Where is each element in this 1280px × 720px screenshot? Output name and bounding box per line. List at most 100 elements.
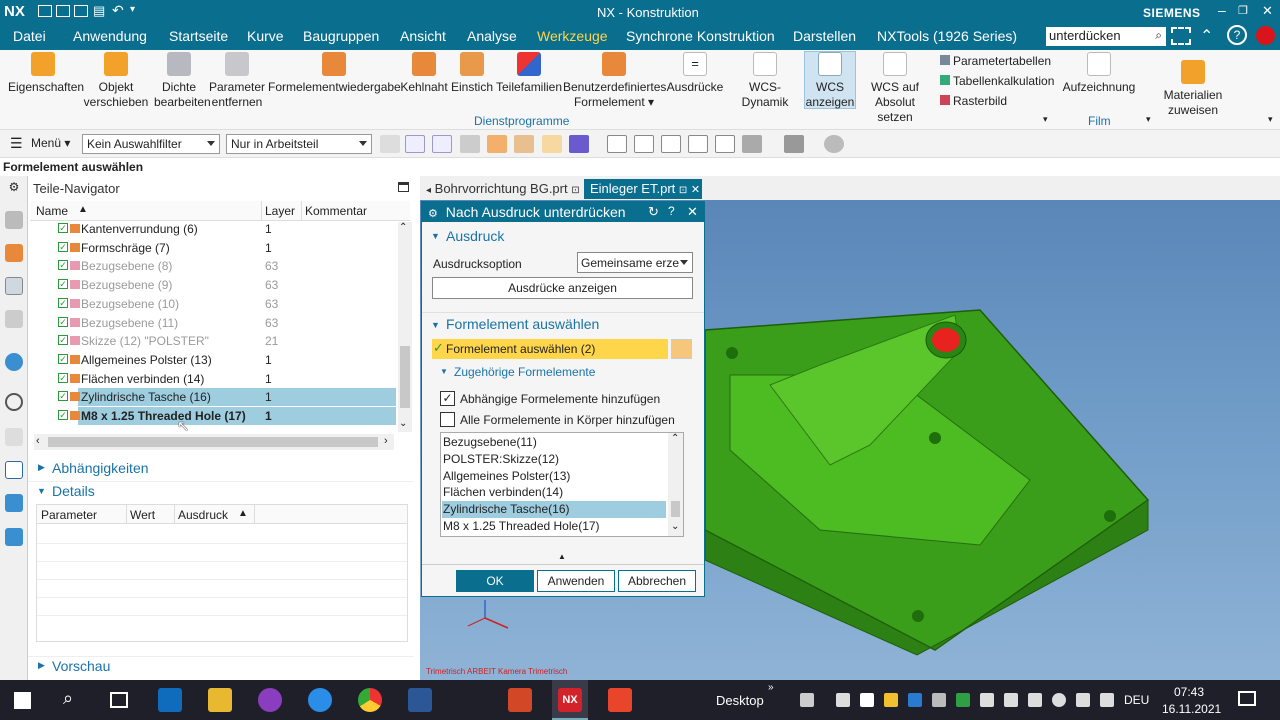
dialog-close-icon[interactable]: ✕ [687,204,698,220]
menu-button[interactable]: Menü ▾ [31,136,70,150]
column-parameter-header[interactable]: Parameter [41,508,97,522]
film-expand-icon[interactable]: ▾ [1146,114,1151,125]
tab-pin-icon[interactable]: ⊡ [679,185,687,196]
feature-list-item[interactable]: Allgemeines Polster(13) [442,468,666,485]
menu-werkzeuge[interactable]: Werkzeuge [537,28,608,44]
pdf-app-icon[interactable] [258,688,282,712]
tree-row[interactable]: ✓ Skizze (12) "POLSTER" 21 [30,332,422,350]
tree-row[interactable]: ✓ M8 x 1.25 Threaded Hole (17) 1 [30,407,422,425]
visibility-checkbox[interactable]: ✓ [58,223,68,233]
constraint-navigator-icon[interactable] [5,244,23,262]
tray-app-icon[interactable] [1052,693,1066,707]
section-formelement[interactable]: ▼ Formelement auswählen [422,312,704,334]
column-name-header[interactable]: Name [36,204,68,218]
process-studio-icon[interactable] [5,428,23,446]
feature-list[interactable]: Bezugsebene(11) POLSTER:Skizze(12) Allgeme… [440,432,684,537]
search-icon[interactable]: ⌕ [63,688,73,709]
section-vorschau[interactable]: ▶ Vorschau [28,656,414,676]
feature-list-item[interactable]: POLSTER:Skizze(12) [442,451,666,468]
component-icon[interactable] [569,135,589,153]
tray-app-icon[interactable] [1100,693,1114,707]
open-icon[interactable] [56,5,70,17]
feature-list-item[interactable]: M8 x 1.25 Threaded Hole(17) [442,518,666,535]
collapse-ribbon-icon[interactable]: ⌃ [1200,26,1213,46]
scroll-thumb[interactable] [400,346,410,408]
tab-close-icon[interactable]: ✕ [691,184,700,196]
outlook-icon[interactable] [158,688,182,712]
ribbon-udf-button[interactable]: Benutzerdefiniertes Formelement ▾ [563,52,666,110]
scroll-down-icon[interactable]: ⌄ [671,521,679,532]
windows-start-icon[interactable] [14,692,31,709]
tree-row[interactable]: ✓ Bezugsebene (8) 63 [30,257,422,275]
ribbon-parameter-entfernen-button[interactable]: Parameter entfernen [208,52,266,110]
ribbon-expand-icon[interactable]: ▾ [1268,114,1273,125]
restore-icon[interactable]: ❐ [1238,4,1248,17]
menu-nxtools[interactable]: NXTools (1926 Series) [877,28,1017,44]
fit-all-icon[interactable] [715,135,735,153]
sort-ascending-icon[interactable]: ▲ [238,508,248,519]
vertical-scrollbar[interactable]: ⌃ ⌄ [398,222,412,432]
tree-row[interactable]: ✓ Zylindrische Tasche (16) 1 [30,388,422,407]
section-abhaengigkeiten[interactable]: ▶ Abhängigkeiten [28,459,414,479]
feature-list-item[interactable]: Flächen verbinden(14) [442,484,666,501]
edge-icon[interactable] [308,688,332,712]
snap-point-icon[interactable] [405,135,425,153]
maximize-panel-icon[interactable] [398,182,409,192]
curve-rule-icon[interactable] [432,135,452,153]
render-style-icon[interactable] [824,135,844,153]
apply-button[interactable]: Anwenden [537,570,615,592]
visibility-checkbox[interactable]: ✓ [58,353,68,364]
ribbon-parametertabellen-button[interactable]: Parametertabellen [940,54,1051,68]
web-browser-icon[interactable] [5,353,23,371]
column-wert-header[interactable]: Wert [130,508,155,522]
part-navigator-icon[interactable] [5,277,23,295]
menu-datei[interactable]: Datei [13,28,46,44]
clock-date[interactable]: 16.11.2021 [1162,702,1221,716]
column-ausdruck-header[interactable]: Ausdruck [178,508,228,522]
fit-icon[interactable] [607,135,627,153]
ribbon-tabellenkalkulation-button[interactable]: Tabellenkalkulation [940,74,1054,88]
visibility-checkbox[interactable]: ✓ [58,391,68,402]
visibility-checkbox[interactable]: ✓ [58,410,68,420]
tray-app-icon[interactable] [860,693,874,707]
security-icon[interactable] [956,693,970,707]
group-expand-icon[interactable]: ▾ [1043,114,1048,125]
column-layer-header[interactable]: Layer [265,204,295,218]
help-icon[interactable]: ? [1227,25,1247,45]
ribbon-kehlnaht-button[interactable]: Kehlnaht [398,52,450,95]
command-search-input[interactable]: unterdücken ⌕ [1046,27,1166,46]
spreadsheet-icon[interactable] [5,461,23,479]
ribbon-materialien-button[interactable]: Materialien zuweisen [1160,60,1226,118]
scroll-right-icon[interactable]: › [384,435,388,447]
dialog-gear-icon[interactable]: ⚙ [428,208,438,220]
visibility-checkbox[interactable]: ✓ [58,297,68,308]
visibility-checkbox[interactable]: ✓ [58,372,68,383]
menu-startseite[interactable]: Startseite [169,28,228,44]
usb-icon[interactable] [932,693,946,707]
scroll-thumb[interactable] [671,501,680,517]
bluetooth-icon[interactable] [908,693,922,707]
network-icon[interactable] [1004,693,1018,707]
clock-time[interactable]: 07:43 [1174,685,1204,699]
minimize-icon[interactable]: – [1218,2,1226,18]
scroll-left-icon[interactable]: ‹ [36,435,40,447]
scroll-down-icon[interactable]: ⌄ [399,418,407,429]
tree-row[interactable]: ✓ Flächen verbinden (14) 1 [30,370,422,388]
history-icon[interactable] [5,393,23,411]
expression-option-dropdown[interactable]: Gemeinsame erze [577,252,693,273]
ribbon-wcs-absolut-button[interactable]: WCS auf Absolut setzen [856,52,934,125]
powerpoint-icon[interactable] [508,688,532,712]
scroll-up-icon[interactable]: ⌃ [399,222,407,233]
battery-icon[interactable] [980,693,994,707]
fullscreen-icon[interactable] [1171,27,1191,45]
toolbar-expand-icon[interactable]: » [768,682,774,693]
folder-icon[interactable] [5,494,23,512]
tree-row[interactable]: ✓ Allgemeines Polster (13) 1 [30,351,422,369]
feature-list-item[interactable]: Zylindrische Tasche(16) [442,501,666,519]
menu-synchrone-konstruktion[interactable]: Synchrone Konstruktion [626,28,775,44]
ribbon-einstich-button[interactable]: Einstich [450,52,494,95]
shading-icon[interactable] [742,135,762,153]
subsection-zugehoerige[interactable]: ▼ Zugehörige Formelemente [432,362,694,382]
menu-ansicht[interactable]: Ansicht [400,28,446,44]
tree-row[interactable]: ✓ Kantenverrundung (6) 1 [30,220,422,238]
